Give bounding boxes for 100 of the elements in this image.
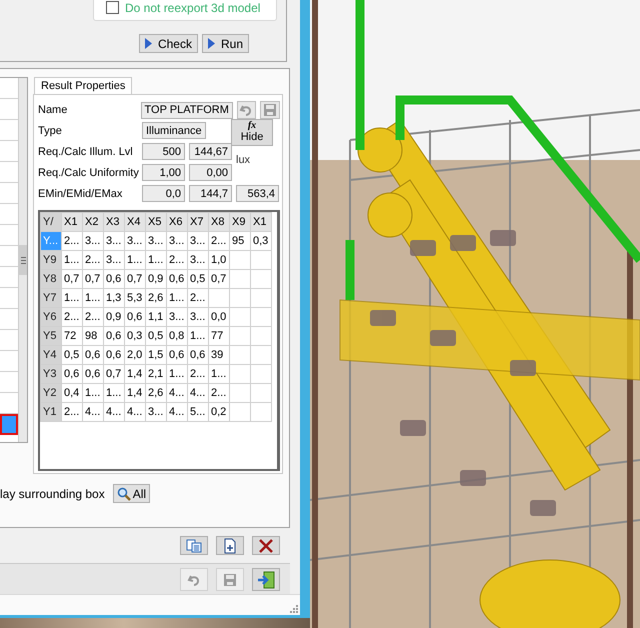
zoom-all-button[interactable]: All <box>112 484 150 503</box>
table-cell: 0,3 <box>124 326 146 346</box>
row-header[interactable]: Y1 <box>40 402 62 422</box>
table-cell: 4... <box>188 383 208 402</box>
table-cell: 3... <box>188 231 208 250</box>
empty-cell <box>250 288 272 308</box>
table-cell: 0,2 <box>208 402 230 422</box>
row-header[interactable]: Y6 <box>40 307 62 326</box>
table-cell: 0,6 <box>104 326 124 346</box>
table-cell: 3... <box>188 307 208 326</box>
field-label: EMin/EMid/EMax <box>38 188 124 200</box>
table-cell: 2... <box>188 288 208 308</box>
scrollbar[interactable] <box>18 78 27 442</box>
table-cell: 2... <box>208 383 230 402</box>
column-header: X1 <box>62 212 82 232</box>
column-header: X4 <box>124 212 146 232</box>
result-properties-tab[interactable]: Result Properties <box>34 77 132 94</box>
name-field[interactable]: TOP PLATFORM <box>140 102 233 118</box>
table-cell: 0,0 <box>208 307 230 326</box>
table-cell: 1... <box>188 326 208 346</box>
table-cell: 2... <box>208 231 230 250</box>
table-cell: 2... <box>82 307 104 326</box>
value-field[interactable]: 0,0 <box>142 185 185 202</box>
column-header: X3 <box>104 212 124 232</box>
table-cell: 3... <box>104 231 124 250</box>
field-label: Name <box>38 104 68 116</box>
row-header[interactable]: Y7 <box>40 288 62 308</box>
table-cell: 0,7 <box>62 269 82 288</box>
corner-header: Y/ <box>40 212 62 232</box>
row-header[interactable]: Y2 <box>40 383 62 402</box>
table-cell: 3... <box>146 402 166 422</box>
checkbox[interactable] <box>106 1 119 14</box>
value-field[interactable]: 1,00 <box>142 164 185 182</box>
hide-button[interactable]: fx Hide <box>231 119 273 146</box>
empty-cell <box>230 326 250 346</box>
checkbox-label: Do not reexport 3d model <box>125 0 260 14</box>
table-cell: 4... <box>166 383 188 402</box>
table-cell: 1,4 <box>124 364 146 384</box>
floppy-icon <box>263 103 278 117</box>
table-cell: 2... <box>62 307 82 326</box>
action-button[interactable]: Run <box>202 34 249 53</box>
type-field[interactable]: Illuminance <box>142 122 206 140</box>
empty-cell <box>208 288 230 308</box>
scroll-thumb[interactable] <box>19 245 27 275</box>
table-cell: 0,6 <box>82 345 104 364</box>
table-cell: 2... <box>62 402 82 422</box>
table-cell: 1... <box>124 250 146 270</box>
table-cell: 0,6 <box>62 364 82 384</box>
table-cell: 0,4 <box>62 383 82 402</box>
row-header[interactable]: Y3 <box>40 364 62 384</box>
action-button[interactable]: Check <box>138 34 198 53</box>
table-cell: 1,3 <box>104 288 124 308</box>
value-field[interactable]: 144,7 <box>189 185 232 202</box>
table-cell: 0,6 <box>124 307 146 326</box>
list-item[interactable] <box>0 414 18 435</box>
table-cell: 39 <box>208 345 230 364</box>
copy-button[interactable] <box>180 536 208 555</box>
row-header[interactable]: Y9 <box>40 250 62 270</box>
exit-button[interactable] <box>252 568 280 591</box>
row-header[interactable]: Y5 <box>40 326 62 346</box>
value-field[interactable]: 500 <box>142 143 185 160</box>
table-cell: 1,0 <box>208 250 230 270</box>
empty-cell <box>230 383 250 402</box>
value-field[interactable]: 563,4 <box>236 185 279 202</box>
column-header: X7 <box>188 212 208 232</box>
search-icon <box>116 486 131 500</box>
delete-button[interactable] <box>252 536 280 555</box>
empty-cell <box>230 402 250 422</box>
undo-icon <box>187 572 201 586</box>
value-field[interactable]: 144,67 <box>189 143 232 160</box>
table-cell: 4... <box>82 402 104 422</box>
surrounding-box-label: lay surrounding box <box>0 486 105 500</box>
table-cell: 1... <box>82 288 104 308</box>
delete-icon <box>258 538 274 554</box>
table-cell: 72 <box>62 326 82 346</box>
undo-icon <box>239 103 254 117</box>
resize-grip-icon[interactable] <box>289 604 298 613</box>
row-header[interactable]: Y4 <box>40 345 62 364</box>
table-cell: 0,9 <box>104 307 124 326</box>
table-cell: 3... <box>82 231 104 250</box>
table-cell: 5,3 <box>124 288 146 308</box>
table-cell: 1,1 <box>146 307 166 326</box>
table-cell: 0,6 <box>166 345 188 364</box>
field-label: Type <box>38 124 63 137</box>
value-field[interactable]: 0,00 <box>189 164 232 182</box>
empty-cell <box>250 250 272 270</box>
table-cell: 3... <box>146 231 166 250</box>
row-header[interactable]: Y8 <box>40 269 62 288</box>
table-cell: 1,5 <box>146 345 166 364</box>
table-cell: 0,6 <box>82 364 104 384</box>
table-cell: 3... <box>104 250 124 270</box>
table-cell: 0,6 <box>104 269 124 288</box>
add-button[interactable] <box>216 536 244 555</box>
table-cell: 0,5 <box>188 269 208 288</box>
table-cell: 0,8 <box>166 326 188 346</box>
play-icon <box>144 38 152 49</box>
table-cell: 1... <box>166 288 188 308</box>
table-cell: 3... <box>166 231 188 250</box>
empty-cell <box>250 326 272 346</box>
table-cell: 1... <box>104 383 124 402</box>
